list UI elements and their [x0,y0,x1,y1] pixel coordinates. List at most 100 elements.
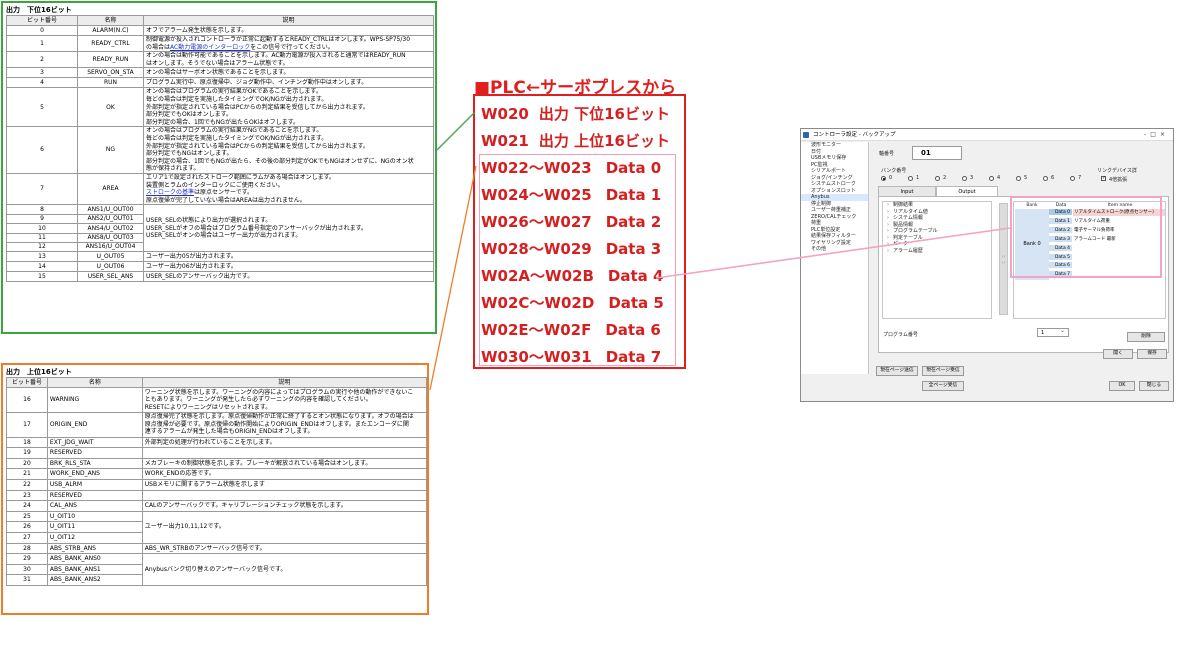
lower-bit-cell: 2 [6,51,78,69]
upper-name-cell: U_OIT10 [46,510,143,523]
lower-desc-cell: ユーザー出力05が出力されます。 [143,251,434,263]
lower-desc-link[interactable]: AC動力電源のインターロック [170,44,250,51]
upper-desc-line: USBメモリに関するアラーム状態を示します [144,480,265,488]
lower-name-cell: USER_SEL_ANS [77,271,144,283]
upper-desc-line: CALのアンサーバックです。キャリブレーションチェック状態を示します。 [144,502,347,510]
bank-radio[interactable] [962,176,967,181]
lower-table-row: 1 READY_CTRL 制御電源が投入されコントローラが正常に起動するとREADY… [6,34,434,53]
lower-bit-cell: 13 [6,251,78,263]
lower-table-row: 7 AREA エリア1で設定されたストローク範囲にラムがある場合はオンします。 装置側… [6,172,434,206]
upper-name-cell: RESERVED [46,489,143,502]
lower-desc-line: 毎どの場合は判定を実施したタイミングでOK/NGが出力されます。 [146,134,328,142]
lower-name-cell: ANS1/U_OUT00 [77,204,144,215]
tree-item[interactable]: › アラーム履歴 [883,248,991,255]
upper-desc-cell [141,489,428,502]
bank-radio[interactable] [881,176,886,181]
lower-desc-line: 部分判定でもNGはオンします。 [146,150,233,158]
plc-address: W024～W025 [481,186,592,204]
delete-button[interactable]: 削除 [1127,332,1165,342]
lower-bit-cell: 5 [6,87,78,128]
lower-desc-link[interactable]: ストロークの基準 [146,189,194,196]
move-arrows[interactable]: ›› ‹‹ [999,203,1008,315]
lower-desc-line: 部分判定の場合、1回でもNGが出たらOKはオフします。 [146,118,300,126]
lower-desc-cell: ユーザー出力06が出力されます。 [143,261,434,273]
lower-bit-cell: 1 [6,34,78,53]
tree-item-label: リアルタイム値 [893,208,928,215]
lower-desc-line: USER_SELのアンサーバック出力です。 [146,273,254,281]
bank-radio[interactable] [1016,176,1021,181]
upper-desc-line: 連するアラームが発生した場合もORIGIN_ENDはオフします。 [144,428,314,436]
nav-item[interactable]: その他 [801,246,868,253]
upper-desc-line: メカブレーキの制御状態を示します。ブレーキが解放されている場合はオンします。 [144,459,372,467]
upper-bit-cell: 27 [6,531,48,544]
tree-item-label: プログラムテーブル [893,228,938,234]
window-controls[interactable]: -□× [1144,129,1169,141]
save-button[interactable]: 保存 [1137,349,1167,359]
plc-row: W02E～W02F Data 6 [481,319,661,340]
plc-description: Data 2 [605,213,662,231]
upper-desc-cell [141,447,428,459]
lower-name-cell: ANS16/U_OUT04 [77,241,144,253]
lower-desc-line: USER_SELがオフの場合はプログラム番号指定のアンサーバックが出力されます。 [146,224,368,232]
send-page-button[interactable]: 現在ページ送信 [876,366,918,376]
bank-radio[interactable] [989,176,994,181]
lower-desc-line: USER_SELの状態により出力が選択されます。 [146,216,272,224]
window-titlebar: コントローラ設定 - バックアップ -□× [801,129,1173,141]
upper-table-row: 18 EXT_JDG_WAIT 外部判定の処理が行われていることを示します。 [6,436,428,449]
upper-bit-cell: 18 [6,436,48,449]
lower-header-cell: 説明 [143,15,434,26]
bank-radio[interactable] [1070,176,1075,181]
upper-name-cell: BRK_RLS_STA [46,457,143,470]
lower-desc-line: エリア1で設定されたストローク範囲にラムがある場合はオンします。 [146,173,336,181]
receive-all-button[interactable]: 全ページ受信 [922,381,964,391]
upper-name-cell: U_OIT12 [46,531,143,544]
lower-bits-title: 出力 下位16ビット [6,6,72,14]
lower-bit-cell: 8 [6,204,78,215]
tab-input[interactable]: Input [878,186,936,196]
tree-item-label: アラーム履歴 [893,247,923,254]
upper-bit-cell: 19 [6,447,48,459]
plc-row: W024～W025 Data 1 [481,184,661,205]
close-button[interactable]: 閉じる [1139,381,1169,391]
bank-radio[interactable] [935,176,940,181]
plc-address: W020 [481,105,529,123]
upper-bits-title: 出力 上位16ビット [6,368,72,376]
lower-desc-line: オンの場合はプログラムの実行結果がOKであることを示します。 [146,88,322,96]
ok-button[interactable]: OK [1109,381,1135,391]
plc-description: Data 1 [605,186,662,204]
upper-desc-line: RESETによりワーニングはリセットされます。 [144,403,272,411]
tree-item-label: 制御結果 [893,202,914,208]
lower-header-row: ビット番号 名称 説明 [6,15,434,26]
lower-name-cell: ANS8/U_OUT03 [77,232,144,243]
plc-description: 出力 上位16ビット [538,132,670,150]
upper-bit-cell: 25 [6,510,48,523]
lower-bit-cell: 9 [6,213,78,225]
upper-desc-line: ユーザー出力10,11,12です。 [144,523,225,531]
upper-desc-line: ともあります。ワーニングが発生したら必ずワーニングの内容を確認してください。 [144,396,372,404]
lower-desc-cell: オンの場合はサーボオン状態であることを示します。 [143,67,434,79]
tab-output[interactable]: Output [936,186,998,196]
lower-desc-line: ストロークの基準は原点センサーです。 [146,189,254,197]
upper-bit-cell: 21 [6,468,48,480]
bank-radio-label: 3 [970,175,974,181]
upper-desc-line: ABS_WR_STRBのアンサーバック信号です。 [144,544,266,552]
program-number-select[interactable]: 1 [1037,327,1069,337]
expand-checkbox[interactable]: ✓ [1101,176,1106,181]
lower-desc-line: 制御電源が投入されコントローラが正常に起動するとREADY_CTRLはオンします… [146,36,411,43]
plc-address: W021 [481,132,529,150]
lower-table-row: 15 USER_SEL_ANS USER_SELのアンサーバック出力です。 [6,271,434,283]
bank-radio-label: 7 [1078,175,1082,181]
lower-bit-cell: 0 [6,25,78,36]
plc-address: W030～W031 [481,348,592,366]
bank-radio[interactable] [1043,176,1048,181]
receive-page-button[interactable]: 現在ページ受信 [922,366,964,376]
upper-table-row: 25 U_OIT10 ユーザー出力10,11,12です。 [6,510,428,544]
axis-number-field[interactable]: 01 [912,146,962,160]
bank-radio[interactable] [908,176,913,181]
plc-map-box: W020 出力 下位16ビット W021 出力 上位16ビット W022～W023 Dat… [473,94,686,369]
bank-radio-label: 4 [997,175,1001,181]
open-button[interactable]: 開く [1103,349,1133,359]
lower-name-cell: READY_RUN [77,51,144,69]
upper-bit-cell: 17 [6,411,48,438]
upper-desc-line: Anybusバンク切り替えのアンサーバック信号です。 [144,565,287,573]
